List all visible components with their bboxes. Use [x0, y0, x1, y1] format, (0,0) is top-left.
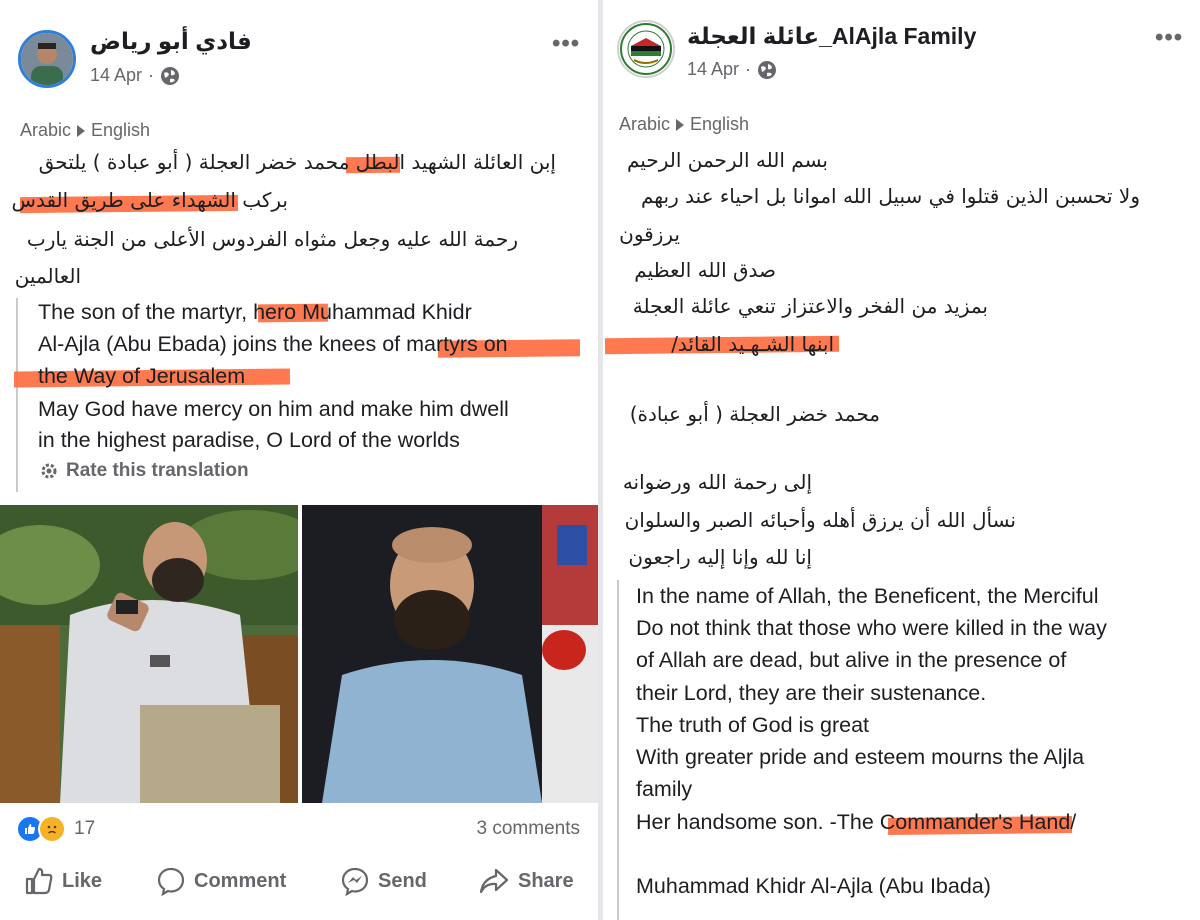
arabic-line: محمد خضر العجلة ( أبو عبادة)	[629, 402, 880, 426]
arabic-line: نسأل الله أن يرزق أهله وأحبائه الصبر وال…	[624, 508, 1016, 532]
reaction-count: 17	[74, 818, 96, 839]
messenger-icon	[341, 867, 369, 896]
rate-translation-label: Rate this translation	[66, 460, 249, 481]
play-arrow-icon	[676, 118, 685, 131]
more-options-icon[interactable]: •••	[552, 30, 580, 58]
translated-line: Al-Ajla (Abu Ebada) joins the knees of m…	[38, 332, 508, 356]
page-avatar[interactable]	[617, 20, 675, 78]
share-label: Share	[518, 869, 574, 892]
share-button[interactable]: Share	[478, 866, 574, 896]
avatar-photo-icon	[21, 33, 73, 85]
arabic-line: ولا تحسبن الذين قتلوا في سبيل الله اموان…	[640, 184, 1140, 208]
arabic-line: العالمين	[14, 264, 81, 288]
translated-line: Muhammad Khidr Al-Ajla (Abu Ibada)	[636, 874, 991, 898]
translation-divider	[617, 580, 619, 920]
arabic-line: إبن العائلة الشهيد البطل محمد خضر العجلة…	[38, 150, 556, 174]
target-language: English	[690, 114, 750, 134]
translated-line: Do not think that those who were killed …	[636, 616, 1107, 640]
post-photo-2[interactable]	[302, 505, 598, 803]
translated-line: their Lord, they are their sustenance.	[636, 681, 987, 705]
post-meta: 14 Apr ·	[90, 65, 180, 86]
globe-icon	[758, 60, 777, 79]
like-label: Like	[62, 869, 103, 892]
author-avatar[interactable]	[18, 30, 76, 88]
arabic-line: صدق الله العظيم	[634, 258, 776, 282]
translated-line: the Way of Jerusalem	[38, 364, 246, 388]
family-logo-icon	[620, 23, 672, 75]
translated-line: In the name of Allah, the Beneficent, th…	[636, 584, 1099, 608]
author-name[interactable]: فادي أبو رياض	[90, 28, 252, 55]
arabic-line: بسم الله الرحمن الرحيم	[626, 148, 828, 172]
sad-reaction-icon	[38, 815, 66, 843]
post-date[interactable]: 14 Apr	[90, 65, 142, 86]
globe-icon	[161, 66, 180, 85]
translation-toggle[interactable]: Arabic English	[20, 120, 150, 141]
translation-toggle[interactable]: Arabic English	[619, 114, 749, 135]
translated-line: May God have mercy on him and make him d…	[38, 397, 509, 421]
rate-translation-button[interactable]: Rate this translation	[40, 460, 249, 482]
translated-line: The son of the martyr, hero Muhammad Khi…	[38, 300, 472, 324]
translated-line: family	[636, 777, 693, 801]
like-button[interactable]: Like	[24, 866, 102, 896]
right-post-panel: عائلة العجلة_AlAjla Family 14 Apr · ••• …	[603, 0, 1200, 920]
gear-icon	[41, 463, 57, 479]
post-meta: 14 Apr ·	[687, 59, 777, 80]
arabic-line: بركب الشهداء على طريق القدس	[11, 188, 288, 212]
post-photo-1[interactable]	[0, 505, 298, 803]
send-label: Send	[378, 869, 427, 892]
post-date[interactable]: 14 Apr	[687, 59, 739, 80]
dot-separator: ·	[745, 59, 752, 79]
translated-line: With greater pride and esteem mourns the…	[636, 745, 1085, 769]
translated-line: in the highest paradise, O Lord of the w…	[38, 428, 460, 452]
target-language: English	[91, 120, 151, 140]
source-language: Arabic	[619, 114, 671, 134]
more-options-icon[interactable]: •••	[1155, 24, 1183, 52]
man-portrait-photo	[302, 505, 598, 803]
translated-line: Her handsome son. -The Commander's Hand/	[636, 810, 1077, 834]
translation-divider	[16, 298, 18, 492]
arabic-line: رحمة الله عليه وجعل مثواه الفردوس الأعلى…	[26, 227, 518, 251]
dot-separator: ·	[148, 65, 155, 85]
translated-line: of Allah are dead, but alive in the pres…	[636, 648, 1067, 672]
comments-count[interactable]: 3 comments	[477, 818, 580, 840]
arabic-line: إنا لله وإنا إليه راجعون	[628, 545, 812, 569]
arabic-line: بمزيد من الفخر والاعتزاز تنعي عائلة العج…	[632, 294, 988, 318]
page-name[interactable]: عائلة العجلة_AlAjla Family	[687, 23, 976, 50]
source-language: Arabic	[20, 120, 72, 140]
comment-button[interactable]: Comment	[156, 866, 286, 896]
thumbs-up-icon	[25, 867, 53, 895]
translated-line: The truth of God is great	[636, 713, 870, 737]
share-arrow-icon	[479, 868, 509, 894]
left-post-panel: فادي أبو رياض 14 Apr · ••• Arabic Englis…	[0, 0, 598, 920]
comment-bubble-icon	[157, 867, 185, 896]
arabic-line: يرزقون	[619, 222, 680, 246]
comment-label: Comment	[194, 869, 287, 892]
play-arrow-icon	[77, 124, 86, 137]
send-button[interactable]: Send	[340, 866, 427, 896]
arabic-line: إلى رحمة الله ورضوانه	[622, 470, 812, 494]
arabic-line: ابنها الشـهـيد القائد/	[671, 332, 834, 356]
reactions-summary[interactable]: 17	[16, 815, 95, 843]
man-seated-photo	[0, 505, 298, 803]
